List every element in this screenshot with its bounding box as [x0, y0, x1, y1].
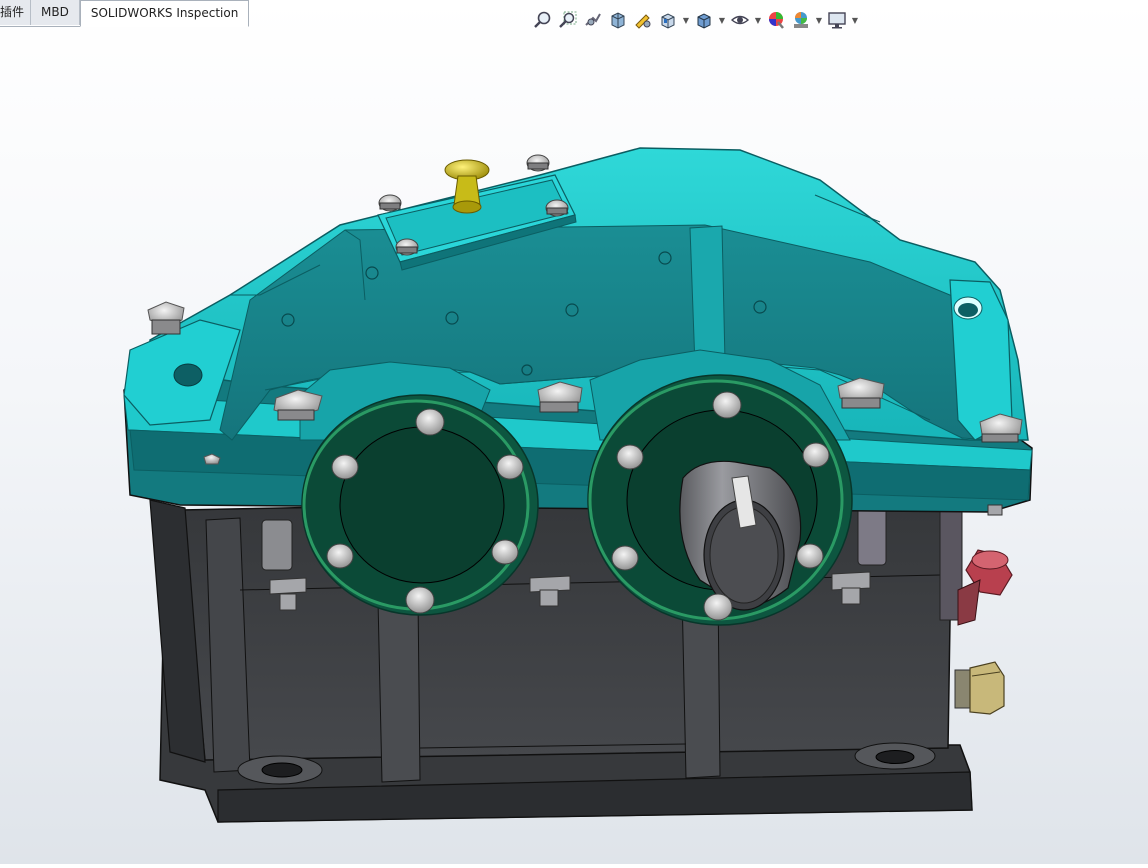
lower-housing [149, 494, 973, 823]
upper-housing-lid [123, 147, 1033, 513]
tab-mbd[interactable]: MBD [31, 0, 80, 25]
graphics-area[interactable] [0, 30, 1148, 864]
oil-level-plug[interactable] [957, 549, 1013, 626]
apply-scene-icon[interactable] [790, 9, 812, 31]
previous-view-icon[interactable] [582, 9, 604, 31]
section-view-icon[interactable] [607, 9, 629, 31]
drain-plug-nut[interactable] [954, 661, 1005, 715]
dynamic-annotation-icon[interactable] [632, 9, 654, 31]
display-style-dropdown-icon[interactable]: ▼ [718, 9, 726, 31]
view-settings-icon[interactable] [826, 9, 848, 31]
view-settings-dropdown-icon[interactable]: ▼ [851, 9, 859, 31]
display-style-icon[interactable] [693, 9, 715, 31]
hide-show-items-icon[interactable] [729, 9, 751, 31]
view-orientation-icon[interactable] [657, 9, 679, 31]
tab-solidworks-inspection[interactable]: SOLIDWORKS Inspection [79, 0, 250, 27]
tab-plugins[interactable]: 插件 [0, 0, 32, 25]
zoom-to-area-icon[interactable] [557, 9, 579, 31]
edit-appearance-icon[interactable] [765, 9, 787, 31]
hide-show-dropdown-icon[interactable]: ▼ [754, 9, 762, 31]
zoom-to-fit-icon[interactable] [532, 9, 554, 31]
command-manager-tabs: 插件 MBD SOLIDWORKS Inspection [0, 0, 250, 27]
view-orientation-dropdown-icon[interactable]: ▼ [682, 9, 690, 31]
apply-scene-dropdown-icon[interactable]: ▼ [815, 9, 823, 31]
gear-reducer-model[interactable] [0, 30, 1148, 864]
